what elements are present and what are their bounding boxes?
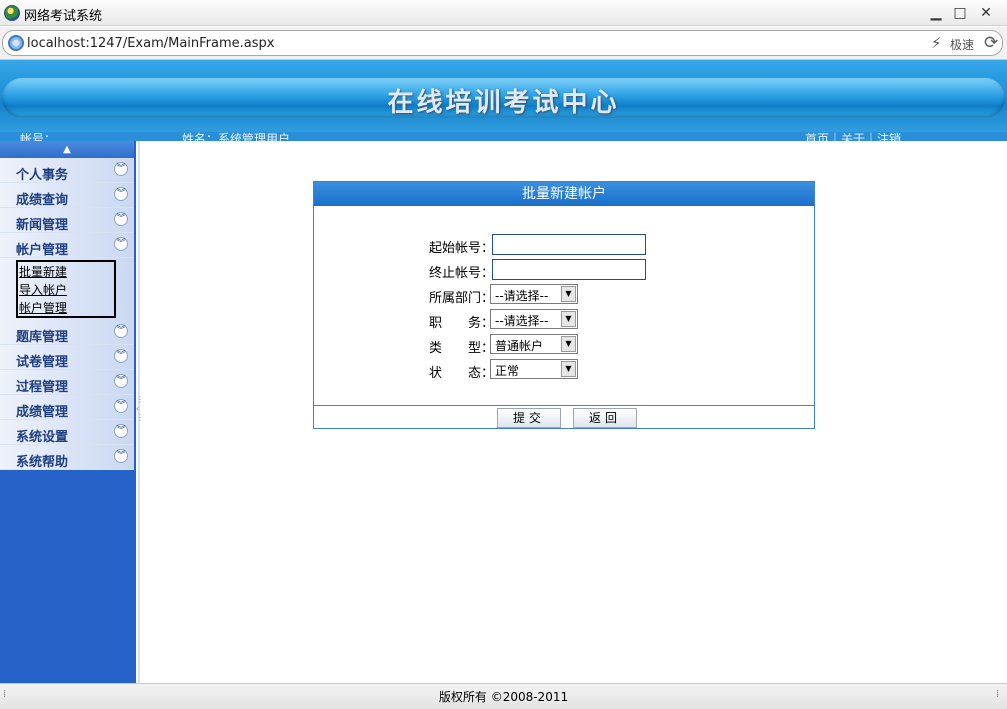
start-account-row: 起始帐号： (314, 234, 814, 256)
account-label: 帐号： (20, 132, 57, 141)
type-label: 类 型： (429, 341, 495, 356)
speed-mode-label[interactable]: 极速 (950, 36, 974, 53)
sidebar-item-score-query[interactable]: 成绩查询 ︾ (0, 183, 134, 208)
dropdown-arrow-icon[interactable]: ▼ (561, 336, 576, 352)
sidebar-item-label: 题库管理 (16, 330, 69, 345)
position-select[interactable]: --请选择-- ▼ (490, 309, 578, 329)
start-account-input[interactable] (492, 234, 646, 255)
grip-right-icon[interactable]: ⁞ (996, 689, 999, 700)
chevron-down-icon[interactable]: ︾ (114, 449, 128, 463)
position-row: 职 务： --请选择-- ▼ (314, 309, 814, 331)
status-select[interactable]: 正常 ▼ (490, 359, 578, 379)
type-row: 类 型： 普通帐户 ▼ (314, 334, 814, 356)
globe-icon (8, 35, 24, 51)
type-select[interactable]: 普通帐户 ▼ (490, 334, 578, 354)
panel-title: 批量新建帐户 (314, 182, 814, 206)
submenu-highlight: 批量新建 导入帐户 帐户管理 (16, 260, 116, 318)
department-label: 所属部门： (429, 291, 495, 306)
sidebar-menu: 个人事务 ︾ 成绩查询 ︾ 新闻管理 ︾ 帐户管理 ︾ 批量新建 导入帐户 帐户… (0, 158, 134, 470)
sidebar-item-label: 系统帮助 (16, 455, 69, 470)
minimize-button[interactable]: ▁ (925, 3, 947, 23)
submenu-import-accounts[interactable]: 导入帐户 (19, 281, 114, 299)
dropdown-arrow-icon[interactable]: ▼ (561, 361, 576, 377)
site-title: 在线培训考试中心 (387, 88, 620, 118)
header-links[interactable]: 首页｜关于｜注销 (805, 132, 901, 141)
type-value: 普通帐户 (495, 339, 544, 353)
sidebar-item-label: 个人事务 (16, 168, 69, 183)
sidebar-item-label: 帐户管理 (16, 243, 69, 258)
chevron-down-icon[interactable]: ︾ (114, 399, 128, 413)
status-value: 正常 (495, 364, 520, 378)
url-text[interactable]: localhost:1247/Exam/MainFrame.aspx (27, 36, 274, 51)
sidebar-item-label: 系统设置 (16, 430, 69, 445)
sidebar-item-label: 成绩管理 (16, 405, 69, 420)
sidebar-item-label: 过程管理 (16, 380, 69, 395)
department-row: 所属部门： --请选择-- ▼ (314, 284, 814, 306)
chevron-down-icon[interactable]: ︾ (114, 162, 128, 176)
chevron-down-icon[interactable]: ︾ (114, 424, 128, 438)
position-label: 职 务： (429, 316, 495, 331)
status-row: 状 态： 正常 ▼ (314, 359, 814, 381)
sidebar-item-question-bank[interactable]: 题库管理 ︾ (0, 320, 134, 345)
url-input[interactable]: localhost:1247/Exam/MainFrame.aspx ⚡ 极速 … (2, 30, 1003, 56)
status-bar: ⁞ 版权所有 ©2008-2011 ⁞ (0, 683, 1007, 709)
sidebar-item-label: 成绩查询 (16, 193, 69, 208)
chevron-down-icon[interactable]: ︾ (114, 237, 128, 251)
sidebar-item-accounts[interactable]: 帐户管理 ︾ (0, 233, 134, 258)
refresh-icon[interactable]: ⟳ (984, 33, 998, 53)
sidebar-item-papers[interactable]: 试卷管理 ︾ (0, 345, 134, 370)
accounts-submenu: 批量新建 导入帐户 帐户管理 (0, 258, 134, 320)
sidebar-item-label: 新闻管理 (16, 218, 69, 233)
submenu-batch-create[interactable]: 批量新建 (19, 263, 114, 281)
back-button[interactable]: 返回 (573, 408, 637, 428)
copyright-text: 版权所有 ©2008-2011 (438, 690, 569, 704)
collapse-up-icon[interactable]: ▲ (0, 141, 134, 158)
end-account-row: 终止帐号： (314, 259, 814, 281)
sidebar-item-settings[interactable]: 系统设置 ︾ (0, 420, 134, 445)
batch-create-panel: 批量新建帐户 起始帐号： 终止帐号： 所属部门： --请选择-- ▼ 职 务： … (313, 181, 815, 429)
start-account-label: 起始帐号： (429, 241, 495, 256)
sidebar-item-help[interactable]: 系统帮助 ︾ (0, 445, 134, 470)
position-value: --请选择-- (495, 314, 549, 328)
lightning-icon[interactable]: ⚡ (931, 34, 942, 52)
splitter-handle[interactable]: ⋮ ‹ ⋮ (136, 395, 144, 435)
end-account-label: 终止帐号： (429, 266, 495, 281)
sidebar-item-news[interactable]: 新闻管理 ︾ (0, 208, 134, 233)
panel-footer: 提交 返回 (314, 405, 814, 428)
sidebar-item-label: 试卷管理 (16, 355, 69, 370)
close-button[interactable]: ✕ (975, 3, 997, 23)
sidebar-item-personal[interactable]: 个人事务 ︾ (0, 158, 134, 183)
submenu-account-manage[interactable]: 帐户管理 (19, 299, 114, 317)
user-name-label: 姓名：系统管理用户 (182, 132, 291, 141)
chevron-down-icon[interactable]: ︾ (114, 374, 128, 388)
page-banner: 在线培训考试中心 (0, 60, 1007, 140)
sidebar: ▲ 个人事务 ︾ 成绩查询 ︾ 新闻管理 ︾ 帐户管理 ︾ 批量新建 导入帐户 … (0, 141, 136, 683)
dropdown-arrow-icon[interactable]: ▼ (561, 311, 576, 327)
window-titlebar: 网络考试系统 ▁ □ ✕ (0, 0, 1007, 26)
submit-button[interactable]: 提交 (497, 408, 561, 428)
sidebar-item-process[interactable]: 过程管理 ︾ (0, 370, 134, 395)
chevron-down-icon[interactable]: ︾ (114, 212, 128, 226)
app-globe-icon (4, 5, 20, 21)
sidebar-item-score-manage[interactable]: 成绩管理 ︾ (0, 395, 134, 420)
address-bar: localhost:1247/Exam/MainFrame.aspx ⚡ 极速 … (0, 27, 1007, 60)
chevron-down-icon[interactable]: ︾ (114, 187, 128, 201)
maximize-button[interactable]: □ (949, 3, 971, 23)
end-account-input[interactable] (492, 259, 646, 280)
dropdown-arrow-icon[interactable]: ▼ (561, 286, 576, 302)
department-value: --请选择-- (495, 289, 549, 303)
window-title: 网络考试系统 (24, 9, 103, 24)
department-select[interactable]: --请选择-- ▼ (490, 284, 578, 304)
user-info-strip: 帐号： 姓名：系统管理用户 首页｜关于｜注销 (0, 132, 1007, 141)
chevron-down-icon[interactable]: ︾ (114, 324, 128, 338)
status-label: 状 态： (429, 366, 495, 381)
chevron-down-icon[interactable]: ︾ (114, 349, 128, 363)
